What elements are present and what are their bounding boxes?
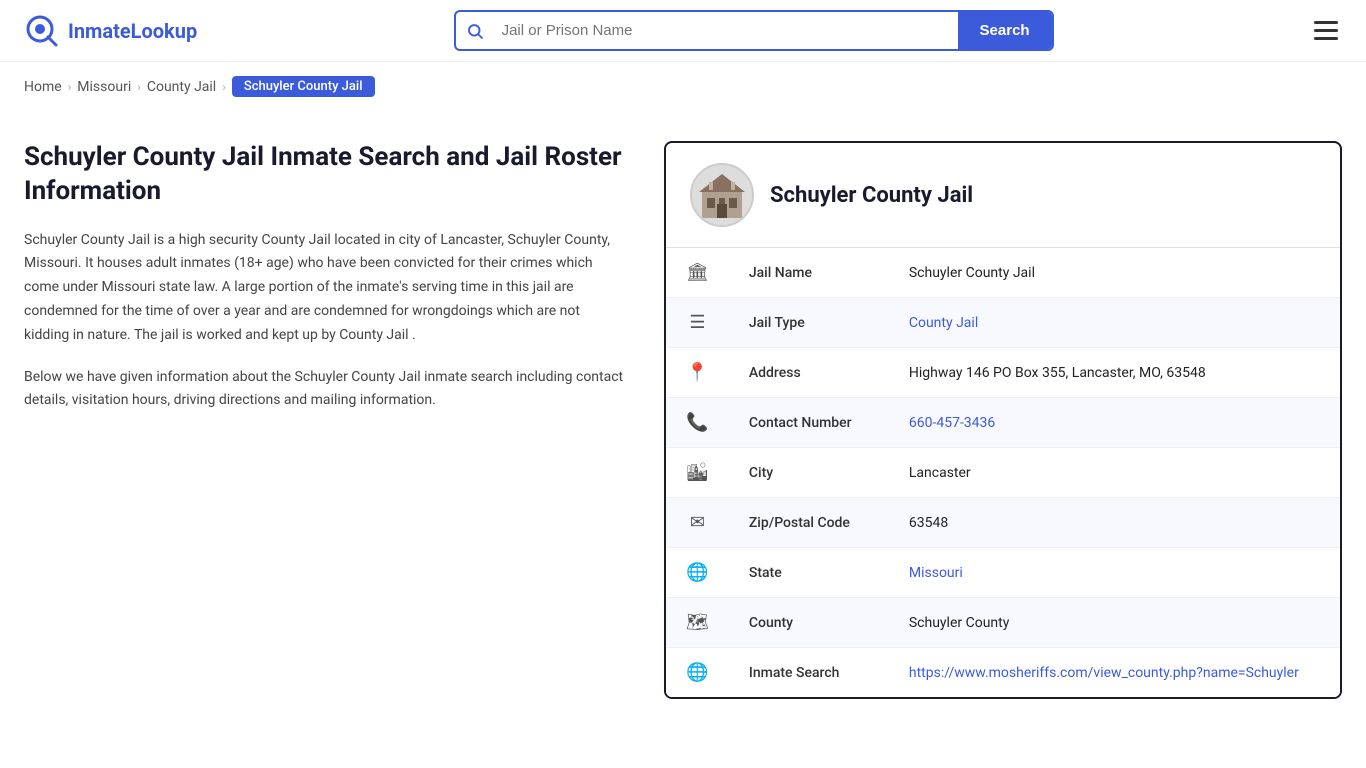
row-value[interactable]: Missouri xyxy=(889,548,1340,598)
row-label: Inmate Search xyxy=(729,648,889,698)
table-row: ✉Zip/Postal Code63548 xyxy=(666,498,1340,548)
row-label: Jail Type xyxy=(729,298,889,348)
breadcrumb-state[interactable]: Missouri xyxy=(77,79,131,95)
row-value: Lancaster xyxy=(889,448,1340,498)
row-label: State xyxy=(729,548,889,598)
left-column: Schuyler County Jail Inmate Search and J… xyxy=(24,141,664,699)
table-row: 🗺CountySchuyler County xyxy=(666,598,1340,648)
row-link[interactable]: https://www.mosheriffs.com/view_county.p… xyxy=(909,665,1299,681)
jail-building-icon xyxy=(697,170,747,220)
row-icon: 🌐 xyxy=(666,548,729,598)
jail-avatar xyxy=(690,163,754,227)
row-link[interactable]: Missouri xyxy=(909,565,963,581)
row-icon: 🏙 xyxy=(666,448,729,498)
row-label: Jail Name xyxy=(729,248,889,298)
info-table: 🏛Jail NameSchuyler County Jail☰Jail Type… xyxy=(666,248,1340,697)
row-label: Address xyxy=(729,348,889,398)
row-value[interactable]: https://www.mosheriffs.com/view_county.p… xyxy=(889,648,1340,698)
row-icon: 🌐 xyxy=(666,648,729,698)
page-description-1: Schuyler County Jail is a high security … xyxy=(24,229,624,348)
row-icon: 📍 xyxy=(666,348,729,398)
row-label: County xyxy=(729,598,889,648)
info-card-header: Schuyler County Jail xyxy=(666,143,1340,248)
info-card: Schuyler County Jail 🏛Jail NameSchuyler … xyxy=(664,141,1342,699)
table-row: 🌐State Missouri xyxy=(666,548,1340,598)
breadcrumb-type[interactable]: County Jail xyxy=(147,79,216,95)
row-label: Zip/Postal Code xyxy=(729,498,889,548)
table-row: 🏛Jail NameSchuyler County Jail xyxy=(666,248,1340,298)
table-row: 📞Contact Number 660-457-3436 xyxy=(666,398,1340,448)
main-content: Schuyler County Jail Inmate Search and J… xyxy=(0,111,1366,729)
row-value[interactable]: County Jail xyxy=(889,298,1340,348)
row-icon: 🗺 xyxy=(666,598,729,648)
site-header: InmateLookup Search xyxy=(0,0,1366,62)
row-value: Schuyler County Jail xyxy=(889,248,1340,298)
search-input[interactable] xyxy=(494,12,958,49)
page-title: Schuyler County Jail Inmate Search and J… xyxy=(24,141,624,209)
row-icon: ✉ xyxy=(666,498,729,548)
row-label: City xyxy=(729,448,889,498)
search-button[interactable]: Search xyxy=(958,12,1052,49)
breadcrumb: Home › Missouri › County Jail › Schuyler… xyxy=(0,62,1366,111)
breadcrumb-current: Schuyler County Jail xyxy=(232,76,375,97)
table-row: 🌐Inmate Search https://www.mosheriffs.com… xyxy=(666,648,1340,698)
table-row: 🏙CityLancaster xyxy=(666,448,1340,498)
search-icon xyxy=(456,22,494,40)
logo-icon xyxy=(24,13,60,49)
row-value: Schuyler County xyxy=(889,598,1340,648)
search-area: Search xyxy=(454,10,1054,51)
breadcrumb-home[interactable]: Home xyxy=(24,79,62,95)
logo-text: InmateLookup xyxy=(68,19,197,43)
table-row: 📍AddressHighway 146 PO Box 355, Lancaste… xyxy=(666,348,1340,398)
breadcrumb-sep-3: › xyxy=(222,80,226,94)
breadcrumb-sep-2: › xyxy=(137,80,141,94)
right-column: Schuyler County Jail 🏛Jail NameSchuyler … xyxy=(664,141,1342,699)
page-description-2: Below we have given information about th… xyxy=(24,366,624,414)
row-value: Highway 146 PO Box 355, Lancaster, MO, 6… xyxy=(889,348,1340,398)
card-jail-name: Schuyler County Jail xyxy=(770,183,973,208)
table-row: ☰Jail Type County Jail xyxy=(666,298,1340,348)
row-value[interactable]: 660-457-3436 xyxy=(889,398,1340,448)
row-icon: 🏛 xyxy=(666,248,729,298)
breadcrumb-sep-1: › xyxy=(68,80,72,94)
row-label: Contact Number xyxy=(729,398,889,448)
row-value: 63548 xyxy=(889,498,1340,548)
logo-link[interactable]: InmateLookup xyxy=(24,13,197,49)
row-icon: ☰ xyxy=(666,298,729,348)
search-wrapper: Search xyxy=(454,10,1054,51)
row-icon: 📞 xyxy=(666,398,729,448)
row-link[interactable]: County Jail xyxy=(909,315,978,331)
hamburger-menu[interactable] xyxy=(1310,17,1342,44)
row-link[interactable]: 660-457-3436 xyxy=(909,415,995,431)
